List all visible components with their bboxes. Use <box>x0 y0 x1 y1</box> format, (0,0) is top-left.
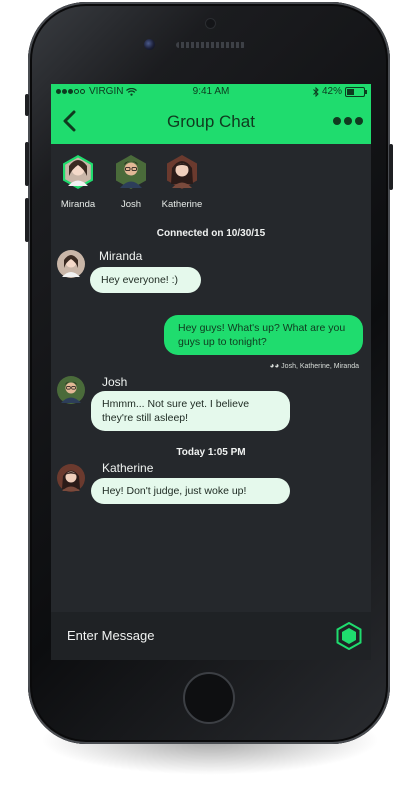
front-camera <box>144 39 155 50</box>
page-title: Group Chat <box>167 112 255 131</box>
volume-up-button <box>25 142 29 186</box>
message-bubble-incoming: Hmmm... Not sure yet. I believe they're … <box>91 391 290 431</box>
avatar-miranda-hexagon <box>63 155 93 189</box>
participant-katherine[interactable]: Katherine <box>152 154 212 210</box>
connected-divider: Connected on 10/30/15 <box>51 228 371 239</box>
avatar-josh <box>57 376 85 404</box>
connected-label: Connected on <box>156 228 224 239</box>
participant-name: Katherine <box>161 199 203 210</box>
connected-date: 10/30/15 <box>226 228 266 239</box>
home-button[interactable] <box>183 672 235 724</box>
message-sender: Katherine <box>102 461 154 475</box>
message-sender: Miranda <box>99 249 143 263</box>
participant-miranda[interactable]: Miranda <box>51 154 108 210</box>
message-composer: Enter Message <box>51 612 371 660</box>
avatar-miranda <box>57 250 85 278</box>
seen-by-receipt: ◕◕ Josh, Katherine, Miranda <box>270 361 359 370</box>
power-button <box>389 144 393 190</box>
message-bubble-incoming: Hey everyone! :) <box>90 267 201 293</box>
seen-eyes-icon: ◕◕ <box>269 361 280 370</box>
app-screen: VIRGIN 9:41 AM 42% Group Chat Miranda Jo… <box>51 84 371 660</box>
message-bubble-outgoing: Hey guys! What's up? What are you guys u… <box>164 315 363 355</box>
send-hexagon-icon[interactable] <box>335 622 363 650</box>
participant-name: Miranda <box>60 199 96 210</box>
participant-bar: Miranda Josh Katherine <box>51 150 371 210</box>
more-options-icon[interactable] <box>333 113 363 129</box>
volume-down-button <box>25 198 29 242</box>
battery-percent: 42% <box>321 86 342 97</box>
message-bubble-incoming: Hey! Don't judge, just woke up! <box>91 478 290 504</box>
seen-by-names: Josh, Katherine, Miranda <box>281 363 359 370</box>
status-bar: VIRGIN 9:41 AM 42% <box>51 84 371 100</box>
avatar-katherine <box>57 464 85 492</box>
header-bar: Group Chat <box>51 100 371 144</box>
battery-icon <box>345 86 367 97</box>
message-input[interactable]: Enter Message <box>67 628 154 643</box>
earpiece-speaker <box>176 42 246 48</box>
avatar-josh-hexagon <box>116 155 146 189</box>
mute-switch <box>25 94 29 116</box>
avatar-katherine-hexagon <box>167 155 197 189</box>
bluetooth-icon <box>313 86 319 97</box>
timestamp-divider: Today 1:05 PM <box>176 447 246 458</box>
front-sensor <box>205 18 216 29</box>
message-sender: Josh <box>102 375 128 389</box>
